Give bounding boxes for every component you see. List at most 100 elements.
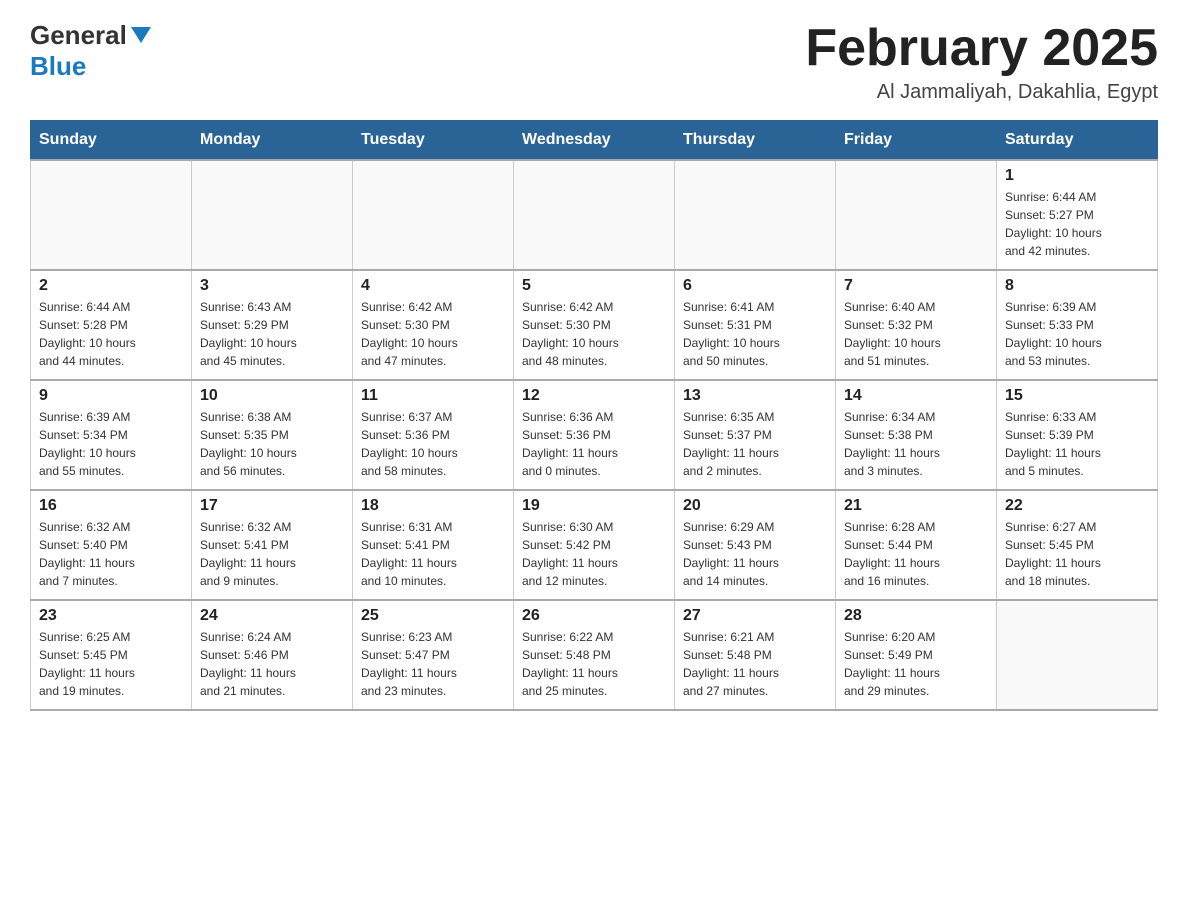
calendar-week-1: 1Sunrise: 6:44 AM Sunset: 5:27 PM Daylig… <box>31 160 1158 270</box>
calendar-cell: 2 Sunrise: 6:44 AM Sunset: 5:28 PM Daylig… <box>31 270 192 380</box>
day-number: 17 <box>200 497 344 515</box>
weekday-header-thursday: Thursday <box>675 121 836 161</box>
calendar-cell: 1Sunrise: 6:44 AM Sunset: 5:27 PM Daylig… <box>997 160 1158 270</box>
title-area: February 2025 Al Jammaliyah, Dakahlia, E… <box>805 20 1158 104</box>
day-number: 12 <box>522 387 666 405</box>
calendar-cell: 3 Sunrise: 6:43 AM Sunset: 5:29 PM Daylig… <box>192 270 353 380</box>
calendar-cell <box>353 160 514 270</box>
day-number: 19 <box>522 497 666 515</box>
calendar-cell: 10 Sunrise: 6:38 AM Sunset: 5:35 PM Dayli… <box>192 380 353 490</box>
day-number: 14 <box>844 387 988 405</box>
calendar-cell: 6 Sunrise: 6:41 AM Sunset: 5:31 PM Daylig… <box>675 270 836 380</box>
day-number: 25 <box>361 607 505 625</box>
day-info: Sunrise: 6:36 AM Sunset: 5:36 PM Dayligh… <box>522 408 666 480</box>
calendar-cell <box>997 600 1158 710</box>
day-number: 5 <box>522 277 666 295</box>
day-number: 21 <box>844 497 988 515</box>
weekday-header-tuesday: Tuesday <box>353 121 514 161</box>
day-info: Sunrise: 6:20 AM Sunset: 5:49 PM Dayligh… <box>844 628 988 700</box>
page-header: General Blue February 2025 Al Jammaliyah… <box>30 20 1158 104</box>
day-info: Sunrise: 6:31 AM Sunset: 5:41 PM Dayligh… <box>361 518 505 590</box>
day-info: Sunrise: 6:35 AM Sunset: 5:37 PM Dayligh… <box>683 408 827 480</box>
day-number: 23 <box>39 607 183 625</box>
day-info: Sunrise: 6:39 AM Sunset: 5:33 PM Dayligh… <box>1005 298 1149 370</box>
weekday-header-sunday: Sunday <box>31 121 192 161</box>
day-info: Sunrise: 6:37 AM Sunset: 5:36 PM Dayligh… <box>361 408 505 480</box>
calendar-cell <box>675 160 836 270</box>
calendar-cell: 27 Sunrise: 6:21 AM Sunset: 5:48 PM Dayli… <box>675 600 836 710</box>
day-info: Sunrise: 6:42 AM Sunset: 5:30 PM Dayligh… <box>522 298 666 370</box>
calendar-cell: 14 Sunrise: 6:34 AM Sunset: 5:38 PM Dayli… <box>836 380 997 490</box>
weekday-header-saturday: Saturday <box>997 121 1158 161</box>
weekday-header-row: SundayMondayTuesdayWednesdayThursdayFrid… <box>31 121 1158 161</box>
calendar-cell: 9 Sunrise: 6:39 AM Sunset: 5:34 PM Daylig… <box>31 380 192 490</box>
logo-triangle-icon <box>131 27 151 48</box>
day-info: Sunrise: 6:41 AM Sunset: 5:31 PM Dayligh… <box>683 298 827 370</box>
day-info: Sunrise: 6:44 AM Sunset: 5:27 PM Dayligh… <box>1005 188 1149 260</box>
calendar-cell: 20Sunrise: 6:29 AM Sunset: 5:43 PM Dayli… <box>675 490 836 600</box>
day-number: 27 <box>683 607 827 625</box>
day-number: 8 <box>1005 277 1149 295</box>
calendar-cell: 22 Sunrise: 6:27 AM Sunset: 5:45 PM Dayli… <box>997 490 1158 600</box>
calendar-cell: 18 Sunrise: 6:31 AM Sunset: 5:41 PM Dayli… <box>353 490 514 600</box>
weekday-header-friday: Friday <box>836 121 997 161</box>
day-number: 10 <box>200 387 344 405</box>
calendar-cell: 11 Sunrise: 6:37 AM Sunset: 5:36 PM Dayli… <box>353 380 514 490</box>
day-info: Sunrise: 6:24 AM Sunset: 5:46 PM Dayligh… <box>200 628 344 700</box>
weekday-header-wednesday: Wednesday <box>514 121 675 161</box>
calendar-cell <box>836 160 997 270</box>
day-info: Sunrise: 6:39 AM Sunset: 5:34 PM Dayligh… <box>39 408 183 480</box>
day-info: Sunrise: 6:42 AM Sunset: 5:30 PM Dayligh… <box>361 298 505 370</box>
calendar-cell: 21 Sunrise: 6:28 AM Sunset: 5:44 PM Dayli… <box>836 490 997 600</box>
month-title: February 2025 <box>805 20 1158 77</box>
calendar-cell <box>31 160 192 270</box>
calendar-cell: 26Sunrise: 6:22 AM Sunset: 5:48 PM Dayli… <box>514 600 675 710</box>
day-info: Sunrise: 6:34 AM Sunset: 5:38 PM Dayligh… <box>844 408 988 480</box>
calendar-cell: 8 Sunrise: 6:39 AM Sunset: 5:33 PM Daylig… <box>997 270 1158 380</box>
day-info: Sunrise: 6:28 AM Sunset: 5:44 PM Dayligh… <box>844 518 988 590</box>
calendar-cell: 19Sunrise: 6:30 AM Sunset: 5:42 PM Dayli… <box>514 490 675 600</box>
day-number: 7 <box>844 277 988 295</box>
day-number: 11 <box>361 387 505 405</box>
weekday-header-monday: Monday <box>192 121 353 161</box>
day-info: Sunrise: 6:33 AM Sunset: 5:39 PM Dayligh… <box>1005 408 1149 480</box>
day-number: 18 <box>361 497 505 515</box>
day-number: 2 <box>39 277 183 295</box>
day-info: Sunrise: 6:21 AM Sunset: 5:48 PM Dayligh… <box>683 628 827 700</box>
day-info: Sunrise: 6:23 AM Sunset: 5:47 PM Dayligh… <box>361 628 505 700</box>
day-info: Sunrise: 6:27 AM Sunset: 5:45 PM Dayligh… <box>1005 518 1149 590</box>
calendar-cell: 15 Sunrise: 6:33 AM Sunset: 5:39 PM Dayli… <box>997 380 1158 490</box>
calendar-week-5: 23 Sunrise: 6:25 AM Sunset: 5:45 PM Dayli… <box>31 600 1158 710</box>
day-number: 26 <box>522 607 666 625</box>
day-info: Sunrise: 6:44 AM Sunset: 5:28 PM Dayligh… <box>39 298 183 370</box>
calendar-week-2: 2 Sunrise: 6:44 AM Sunset: 5:28 PM Daylig… <box>31 270 1158 380</box>
logo-blue-text: Blue <box>30 51 86 81</box>
day-info: Sunrise: 6:43 AM Sunset: 5:29 PM Dayligh… <box>200 298 344 370</box>
day-number: 9 <box>39 387 183 405</box>
calendar-cell <box>192 160 353 270</box>
day-number: 4 <box>361 277 505 295</box>
calendar-cell: 4 Sunrise: 6:42 AM Sunset: 5:30 PM Daylig… <box>353 270 514 380</box>
calendar-cell: 28Sunrise: 6:20 AM Sunset: 5:49 PM Dayli… <box>836 600 997 710</box>
calendar-cell <box>514 160 675 270</box>
logo: General Blue <box>30 20 151 82</box>
day-number: 24 <box>200 607 344 625</box>
day-info: Sunrise: 6:32 AM Sunset: 5:41 PM Dayligh… <box>200 518 344 590</box>
day-number: 15 <box>1005 387 1149 405</box>
day-number: 16 <box>39 497 183 515</box>
calendar-cell: 5 Sunrise: 6:42 AM Sunset: 5:30 PM Daylig… <box>514 270 675 380</box>
day-info: Sunrise: 6:38 AM Sunset: 5:35 PM Dayligh… <box>200 408 344 480</box>
day-info: Sunrise: 6:29 AM Sunset: 5:43 PM Dayligh… <box>683 518 827 590</box>
calendar-cell: 13 Sunrise: 6:35 AM Sunset: 5:37 PM Dayli… <box>675 380 836 490</box>
calendar-week-4: 16 Sunrise: 6:32 AM Sunset: 5:40 PM Dayli… <box>31 490 1158 600</box>
day-info: Sunrise: 6:25 AM Sunset: 5:45 PM Dayligh… <box>39 628 183 700</box>
calendar-cell: 7Sunrise: 6:40 AM Sunset: 5:32 PM Daylig… <box>836 270 997 380</box>
calendar-cell: 17 Sunrise: 6:32 AM Sunset: 5:41 PM Dayli… <box>192 490 353 600</box>
day-info: Sunrise: 6:32 AM Sunset: 5:40 PM Dayligh… <box>39 518 183 590</box>
day-number: 22 <box>1005 497 1149 515</box>
calendar-cell: 25 Sunrise: 6:23 AM Sunset: 5:47 PM Dayli… <box>353 600 514 710</box>
day-number: 6 <box>683 277 827 295</box>
day-number: 13 <box>683 387 827 405</box>
day-number: 3 <box>200 277 344 295</box>
calendar-cell: 24 Sunrise: 6:24 AM Sunset: 5:46 PM Dayli… <box>192 600 353 710</box>
